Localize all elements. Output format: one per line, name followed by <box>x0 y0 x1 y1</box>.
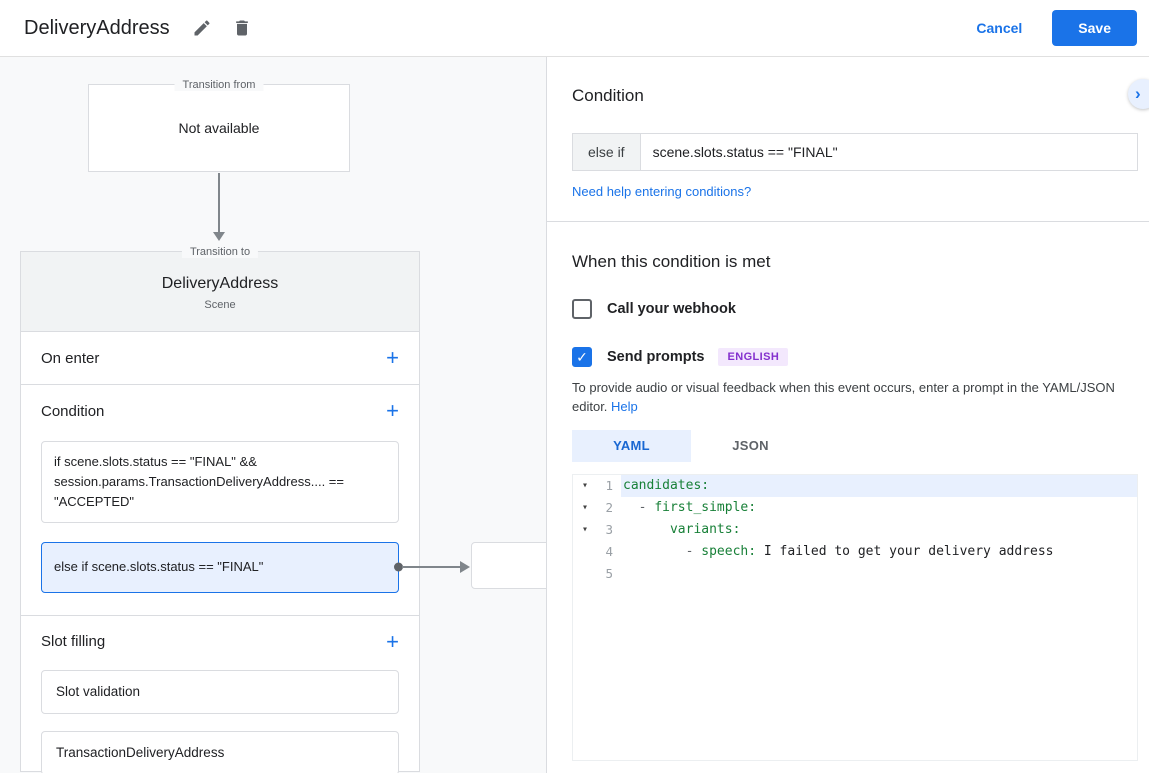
code-token-punct: - <box>623 499 655 515</box>
pencil-icon <box>194 20 210 36</box>
transition-arrow-line <box>218 173 220 233</box>
fold-arrow-icon[interactable]: ▾ <box>573 497 597 519</box>
code-token-key: speech: <box>701 543 757 559</box>
header-actions: Cancel Save <box>976 10 1137 46</box>
transition-from-label: Transition from <box>174 79 264 91</box>
check-icon: ✓ <box>576 349 588 365</box>
editor-format-tabs: YAML JSON <box>572 429 1137 462</box>
help-link[interactable]: Help <box>611 399 638 414</box>
condition-editor-row: else if <box>572 133 1138 171</box>
code-line[interactable]: 4 - speech: I failed to get your deliver… <box>573 541 1137 563</box>
condition-item-elseif[interactable]: else if scene.slots.status == "FINAL" <box>41 542 546 593</box>
slot-filling-label: Slot filling <box>41 633 106 651</box>
fold-arrow-icon[interactable]: ▾ <box>573 475 597 497</box>
code-text[interactable]: - first_simple: <box>621 497 1137 519</box>
cancel-button[interactable]: Cancel <box>976 20 1022 36</box>
save-button[interactable]: Save <box>1052 10 1137 46</box>
code-editor-lines: ▾ 1 candidates: ▾ 2 - first_simple: ▾ 3 varian… <box>573 474 1137 585</box>
add-condition-button[interactable]: + <box>386 400 399 422</box>
webhook-checkbox[interactable] <box>572 299 592 319</box>
slot-item-transaction-delivery-address[interactable]: TransactionDeliveryAddress <box>41 730 399 773</box>
send-prompts-label: Send prompts <box>607 349 705 365</box>
code-text[interactable]: candidates: <box>621 474 1137 497</box>
condition-item-if[interactable]: if scene.slots.status == "FINAL" && sess… <box>41 441 399 524</box>
condition-section-row: Condition + <box>21 385 419 437</box>
tab-json[interactable]: JSON <box>691 430 810 462</box>
tab-yaml[interactable]: YAML <box>572 429 691 462</box>
code-line[interactable]: 5 <box>573 563 1137 585</box>
chevron-right-icon: › <box>1135 84 1141 103</box>
line-number: 3 <box>605 521 613 537</box>
line-number: 5 <box>605 565 613 581</box>
code-token-key: variants: <box>669 521 741 537</box>
fold-arrow-icon[interactable]: ▾ <box>573 519 597 541</box>
conditions-help-link[interactable]: Need help entering conditions? <box>572 184 751 199</box>
connector-arrow-head <box>460 561 470 574</box>
scene-type: Scene <box>204 299 236 311</box>
scene-name: DeliveryAddress <box>161 275 279 292</box>
code-line[interactable]: ▾ 3 variants: <box>573 519 1137 541</box>
code-editor[interactable]: ▾ 1 candidates: ▾ 2 - first_simple: ▾ 3 varian… <box>572 473 1138 761</box>
slot-item-validation[interactable]: Slot validation <box>41 669 399 714</box>
when-met-heading: When this condition is met <box>572 252 771 271</box>
add-on-enter-button[interactable]: + <box>386 347 399 369</box>
app-header: DeliveryAddress Cancel Save <box>0 0 1149 57</box>
condition-item-text: else if scene.slots.status == "FINAL" <box>54 559 264 575</box>
scene-card-header[interactable]: DeliveryAddress Scene <box>21 252 419 332</box>
code-line[interactable]: ▾ 1 candidates: <box>573 474 1137 497</box>
code-text[interactable]: - speech: I failed to get your delivery … <box>621 541 1137 563</box>
language-badge: ENGLISH <box>718 348 789 366</box>
panel-title: Condition <box>572 86 644 105</box>
code-token-punct: - <box>623 543 702 559</box>
trash-icon <box>235 20 248 36</box>
line-number: 2 <box>605 499 613 515</box>
on-enter-label: On enter <box>41 349 100 367</box>
code-token-key: candidates: <box>623 477 710 493</box>
transition-target-box[interactable] <box>471 542 546 590</box>
scene-diagram-panel: Transition from Not available Transition… <box>0 57 546 773</box>
send-prompts-checkbox[interactable]: ✓ <box>572 347 592 367</box>
divider <box>547 221 1149 222</box>
line-number: 1 <box>605 477 613 493</box>
condition-section-label: Condition <box>41 402 105 420</box>
edit-title-button[interactable] <box>184 10 220 46</box>
on-enter-row: On enter + <box>21 332 419 384</box>
code-token-value: I failed to get your delivery address <box>756 543 1054 559</box>
code-line[interactable]: ▾ 2 - first_simple: <box>573 497 1137 519</box>
transition-to-label: Transition to <box>181 246 259 258</box>
transition-from-content: Not available <box>178 120 260 136</box>
code-text[interactable]: variants: <box>621 519 1137 541</box>
line-number: 4 <box>605 543 613 559</box>
condition-detail-panel: › Condition else if Need help entering c… <box>546 57 1149 773</box>
code-token-punct <box>623 522 670 537</box>
page-title: DeliveryAddress <box>24 16 170 39</box>
transition-from-box: Transition from Not available <box>88 79 350 172</box>
code-text[interactable] <box>621 563 1137 585</box>
header-title-group: DeliveryAddress <box>24 10 260 46</box>
condition-expression-input[interactable] <box>639 133 1138 171</box>
description-text: To provide audio or visual feedback when… <box>572 380 1115 414</box>
webhook-row: Call your webhook <box>572 299 1137 319</box>
add-slot-button[interactable]: + <box>386 630 399 653</box>
webhook-label: Call your webhook <box>607 301 736 317</box>
delete-scene-button[interactable] <box>224 10 260 46</box>
send-prompts-row: ✓ Send prompts ENGLISH <box>572 347 1137 367</box>
code-token-key: first_simple: <box>654 499 757 515</box>
transition-arrow-head <box>213 232 225 241</box>
connector-line <box>402 566 462 569</box>
scene-card: Transition to DeliveryAddress Scene On e… <box>20 246 546 773</box>
condition-prefix-label: else if <box>572 133 640 171</box>
prompt-description: To provide audio or visual feedback when… <box>572 379 1137 417</box>
slot-filling-row: Slot filling + <box>21 616 419 668</box>
